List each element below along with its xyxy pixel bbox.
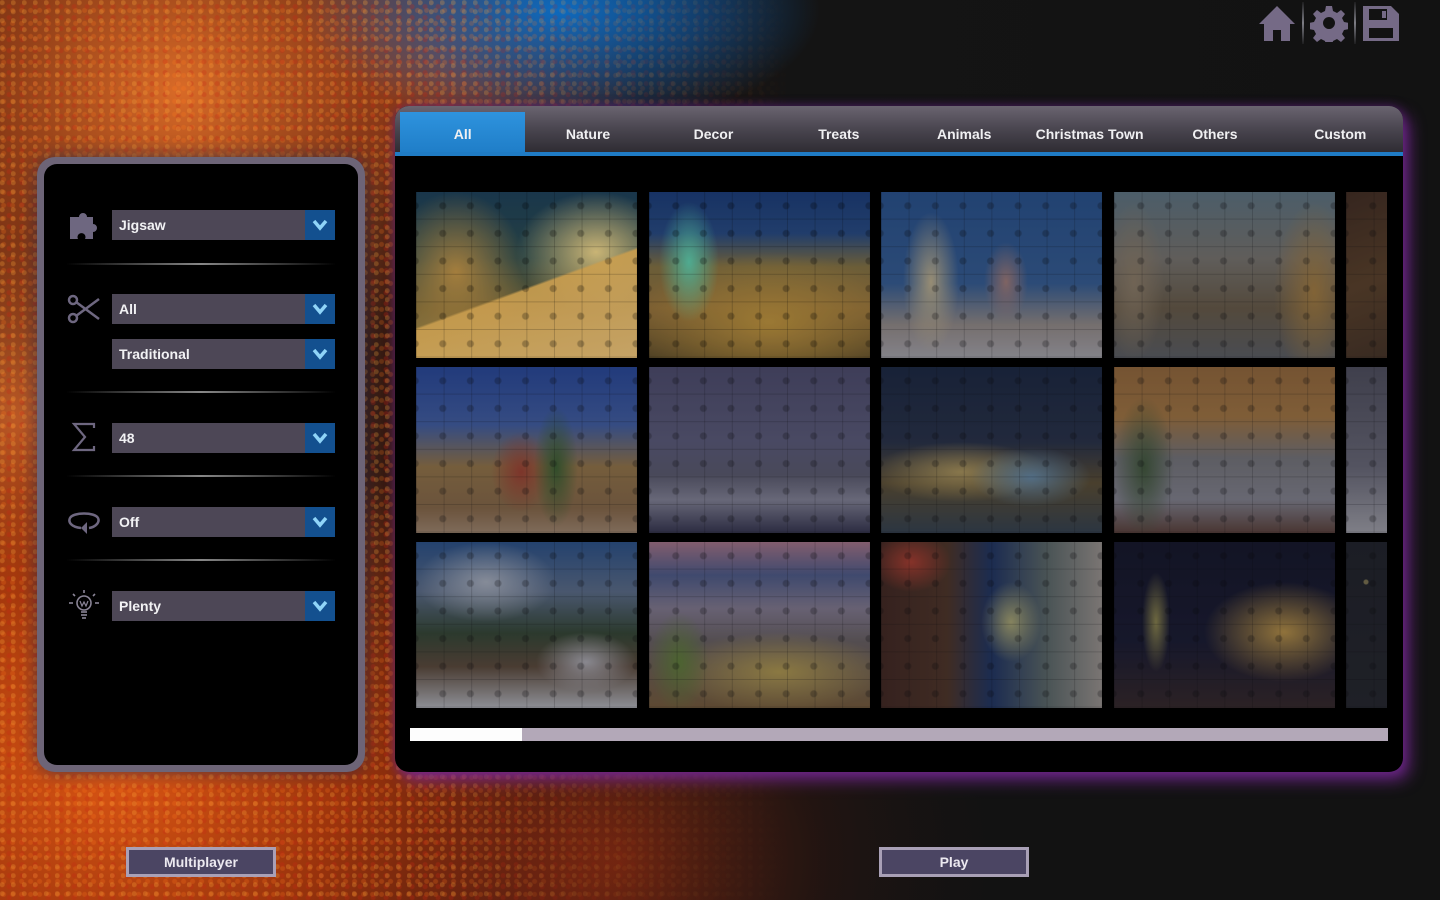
thumbnail-shade [1346,542,1387,708]
scrollbar-thumb[interactable] [410,728,523,741]
tab-nature[interactable]: Nature [525,106,650,156]
puzzle-piece-icon [66,209,102,241]
home-button[interactable] [1252,0,1302,46]
thumbnail-shade [1114,542,1335,708]
rotation-dropdown[interactable]: Off [112,507,335,537]
puzzle-thumbnail[interactable] [881,192,1102,358]
chevron-down-icon[interactable] [305,294,335,324]
scissors-icon [66,293,102,325]
piece-count-dropdown[interactable]: 48 [112,423,335,453]
tab-all[interactable]: All [400,112,526,156]
thumbnail-shade [416,192,637,358]
tab-decor[interactable]: Decor [651,106,776,156]
settings-button[interactable] [1304,0,1354,46]
puzzle-thumbnail[interactable] [649,542,870,708]
cut-style-value: All [119,301,137,317]
save-icon [1363,6,1399,41]
rotation-value: Off [119,514,140,530]
chevron-down-icon[interactable] [305,210,335,240]
thumbnail-shade [649,542,870,708]
rotate-icon [66,506,102,538]
thumbnail-shade [881,367,1102,533]
divider [66,391,336,393]
puzzle-thumbnail[interactable] [881,542,1102,708]
puzzle-thumbnail[interactable] [416,542,637,708]
piece-shape-dropdown[interactable]: Traditional [112,339,335,369]
tab-animals[interactable]: Animals [902,106,1027,156]
thumbnail-grid [416,192,1387,708]
chevron-down-icon[interactable] [305,591,335,621]
home-icon [1259,6,1295,41]
cut-style-dropdown[interactable]: All [112,294,335,324]
puzzle-gallery-panel: All Nature Decor Treats Animals Christma… [395,106,1403,772]
piece-count-value: 48 [119,430,135,446]
settings-panel: Jigsaw All Traditional 48 Off Plenty [37,157,365,772]
save-button[interactable] [1356,0,1406,46]
lightbulb-icon [66,589,102,621]
puzzle-thumbnail[interactable] [1114,192,1335,358]
thumbnail-shade [1346,367,1387,533]
category-tabs: All Nature Decor Treats Animals Christma… [395,106,1403,156]
sigma-icon [66,421,102,453]
thumbnail-shade [416,542,637,708]
puzzle-type-value: Jigsaw [119,217,166,233]
divider [66,475,336,477]
multiplayer-button[interactable]: Multiplayer [126,847,276,877]
top-toolbar [1252,0,1406,46]
background-shade [0,760,1440,900]
thumbnail-shade [649,192,870,358]
thumbnail-shade [881,192,1102,358]
play-button[interactable]: Play [879,847,1029,877]
chevron-down-icon[interactable] [305,339,335,369]
tab-treats[interactable]: Treats [776,106,901,156]
chevron-down-icon[interactable] [305,423,335,453]
piece-shape-value: Traditional [119,346,190,362]
thumbnail-shade [1114,192,1335,358]
tab-underline [395,152,1403,156]
hints-value: Plenty [119,598,162,614]
thumbnail-shade [1114,367,1335,533]
tab-custom[interactable]: Custom [1278,106,1403,156]
thumbnail-shade [881,542,1102,708]
divider [66,559,336,561]
chevron-down-icon[interactable] [305,507,335,537]
gear-icon [1310,6,1348,42]
puzzle-thumbnail[interactable] [1114,367,1335,533]
settings-panel-inner: Jigsaw All Traditional 48 Off Plenty [44,164,358,765]
puzzle-thumbnail[interactable] [1346,367,1387,533]
gallery-scrollbar[interactable] [410,728,1388,741]
divider [66,263,336,265]
puzzle-thumbnail[interactable] [1346,542,1387,708]
puzzle-thumbnail[interactable] [881,367,1102,533]
puzzle-thumbnail[interactable] [1114,542,1335,708]
hints-dropdown[interactable]: Plenty [112,591,335,621]
tab-christmas-town[interactable]: Christmas Town [1027,106,1152,156]
thumbnail-shade [1346,192,1387,358]
thumbnail-shade [649,367,870,533]
puzzle-thumbnail[interactable] [416,367,637,533]
puzzle-thumbnail[interactable] [1346,192,1387,358]
puzzle-thumbnail[interactable] [416,192,637,358]
puzzle-thumbnail[interactable] [649,192,870,358]
puzzle-thumbnail[interactable] [649,367,870,533]
thumbnail-shade [416,367,637,533]
tab-others[interactable]: Others [1152,106,1277,156]
puzzle-type-dropdown[interactable]: Jigsaw [112,210,335,240]
